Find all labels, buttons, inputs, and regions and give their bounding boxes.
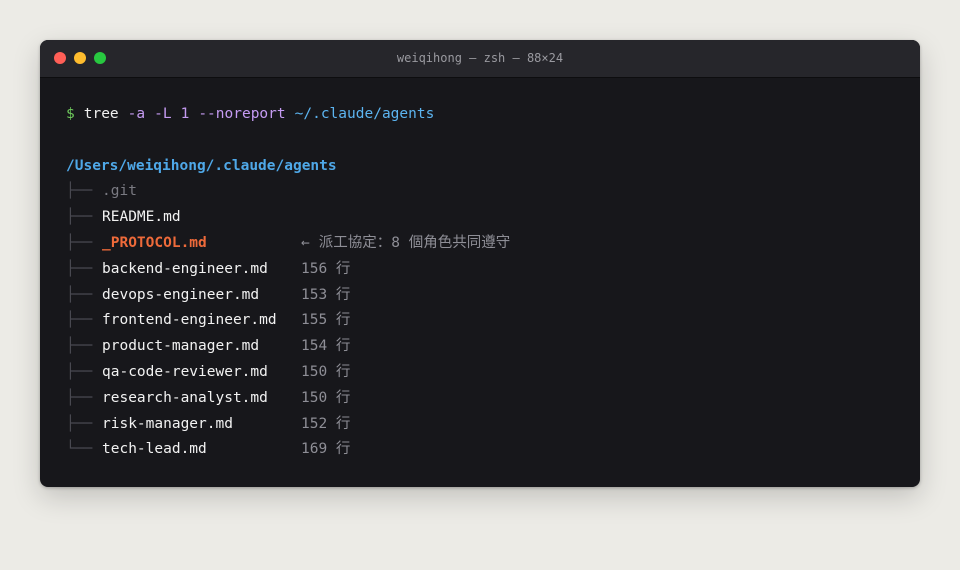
tree-branch-glyph: ├── [66,389,93,406]
command-line: $ tree -a -L 1 --noreport ~/.claude/agen… [66,102,900,128]
file-name: risk-manager.md [102,415,233,432]
tree-entry: ├── qa-code-reviewer.md 150 行 [66,360,900,386]
tree-branch-glyph: ├── [66,286,93,303]
left-arrow-icon: ← [301,234,310,251]
file-name: qa-code-reviewer.md [102,363,268,380]
file-name: product-manager.md [102,338,260,355]
tree-branch-glyph: ├── [66,260,93,277]
tree-entry: ├── devops-engineer.md 153 行 [66,283,900,309]
terminal-content[interactable]: $ tree -a -L 1 --noreport ~/.claude/agen… [66,102,900,463]
file-annotation: 派工協定：8 個角色共同遵守 [318,234,511,251]
command-flag: 1 [180,106,190,122]
line-count: 155 行 [301,312,351,329]
tree-entry: ├── backend-engineer.md 156 行 [66,257,900,283]
file-name: frontend-engineer.md [102,312,277,329]
file-name: .git [102,183,137,200]
tree-branch-glyph: ├── [66,338,93,355]
tree-branch-glyph: ├── [66,312,93,329]
file-name: tech-lead.md [102,441,207,458]
file-name: backend-engineer.md [102,260,268,277]
terminal-window: weiqihong — zsh — 88×24 $ tree -a -L 1 -… [40,40,920,487]
line-count: 150 行 [301,389,351,406]
tree-entry: ├── risk-manager.md 152 行 [66,412,900,438]
command-path: ~/.claude/agents [294,106,435,122]
file-name: devops-engineer.md [102,286,260,303]
root-directory-path: /Users/weiqihong/.claude/agents [66,157,337,174]
tree-branch-glyph: └── [66,441,93,458]
command-flag: --noreport [198,106,286,122]
line-count: 156 行 [301,260,351,277]
tree-entry: ├── .git [66,179,900,205]
line-count: 169 行 [301,441,351,458]
prompt-symbol: $ [66,106,75,122]
tree-entry: ├── _PROTOCOL.md ← 派工協定：8 個角色共同遵守 [66,231,900,257]
tree-branch-glyph: ├── [66,415,93,432]
tree-entry: ├── frontend-engineer.md 155 行 [66,308,900,334]
line-count: 150 行 [301,363,351,380]
tree-branch-glyph: ├── [66,363,93,380]
line-count: 154 行 [301,338,351,355]
title-bar: weiqihong — zsh — 88×24 [40,40,920,78]
tree-entry: ├── research-analyst.md 150 行 [66,386,900,412]
tree-root: /Users/weiqihong/.claude/agents [66,154,900,180]
line-count: 153 行 [301,286,351,303]
tree-branch-glyph: ├── [66,209,93,226]
command-program: tree [83,106,119,122]
tree-entries: ├── .git ├── README.md ├── _PROTOCOL.md ← 派工協定：… [66,179,900,463]
file-name: _PROTOCOL.md [102,234,207,251]
command-flag: -L [154,106,172,122]
tree-entry: └── tech-lead.md 169 行 [66,437,900,463]
tree-branch-glyph: ├── [66,183,93,200]
command-flag: -a [127,106,146,122]
line-count: 152 行 [301,415,351,432]
file-name: research-analyst.md [102,389,268,406]
file-name: README.md [102,209,181,226]
tree-branch-glyph: ├── [66,234,93,251]
tree-entry: ├── product-manager.md 154 行 [66,334,900,360]
tree-entry: ├── README.md [66,205,900,231]
window-title: weiqihong — zsh — 88×24 [396,51,564,65]
